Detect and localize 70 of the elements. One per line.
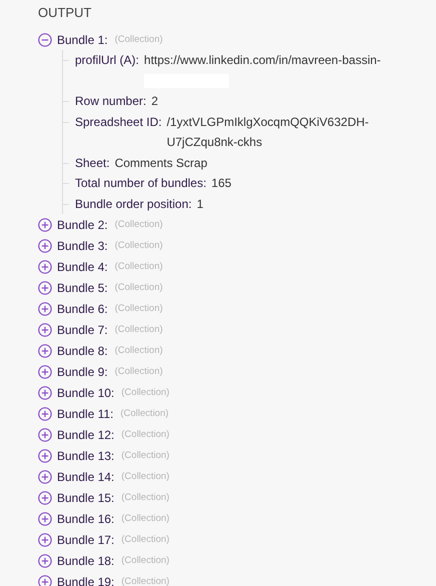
bundle-label: Bundle 1: bbox=[57, 32, 108, 46]
collection-type: (Collection) bbox=[114, 366, 163, 377]
field-value: https://www.linkedin.com/in/mavreen-bassin- bbox=[144, 53, 381, 67]
bundle-label: Bundle 7: bbox=[57, 322, 108, 336]
collection-type: (Collection) bbox=[114, 219, 163, 230]
bundle-label: Bundle 18: bbox=[57, 554, 114, 568]
bundle-label: Bundle 14: bbox=[57, 470, 114, 484]
bundle-label: Bundle 3: bbox=[57, 238, 108, 252]
bundle-label: Bundle 15: bbox=[57, 490, 114, 504]
collection-type: (Collection) bbox=[121, 534, 170, 545]
field-key: Bundle order position: bbox=[75, 194, 192, 214]
bundle-label: Bundle 19: bbox=[57, 574, 114, 586]
expand-icon[interactable] bbox=[38, 280, 52, 294]
field-value: 165 bbox=[211, 176, 232, 190]
field-key: Row number: bbox=[75, 91, 146, 112]
expand-icon[interactable] bbox=[38, 512, 52, 526]
field-value: 2 bbox=[151, 94, 158, 108]
bundle-label: Bundle 16: bbox=[57, 512, 114, 526]
collection-type: (Collection) bbox=[121, 429, 170, 440]
expand-icon[interactable] bbox=[38, 386, 52, 400]
collection-type: (Collection) bbox=[114, 261, 163, 272]
collapse-icon[interactable] bbox=[38, 32, 52, 46]
collection-type: (Collection) bbox=[121, 450, 170, 461]
expand-icon[interactable] bbox=[38, 406, 52, 420]
field-key: Total number of bundles: bbox=[75, 173, 206, 194]
field-key: profilUrl (A): bbox=[75, 50, 140, 70]
bundle-label: Bundle 2: bbox=[57, 218, 108, 232]
field-value: 1 bbox=[196, 196, 204, 210]
expand-icon[interactable] bbox=[38, 574, 52, 586]
collection-type: (Collection) bbox=[114, 34, 163, 45]
collection-type: (Collection) bbox=[114, 324, 163, 335]
output-heading: OUTPUT bbox=[38, 5, 92, 22]
expand-icon[interactable] bbox=[38, 470, 52, 484]
field-key: Spreadsheet ID: bbox=[75, 112, 162, 132]
collection-type: (Collection) bbox=[114, 282, 163, 293]
collection-type: (Collection) bbox=[121, 513, 170, 524]
collection-type: (Collection) bbox=[114, 345, 163, 356]
bundle-label: Bundle 5: bbox=[57, 280, 108, 294]
expand-icon[interactable] bbox=[38, 218, 52, 232]
collection-type: (Collection) bbox=[121, 387, 170, 398]
collection-type: (Collection) bbox=[121, 555, 170, 566]
expand-icon[interactable] bbox=[38, 428, 52, 442]
expand-icon[interactable] bbox=[38, 238, 52, 252]
bundle-label: Bundle 10: bbox=[57, 386, 114, 400]
bundle-label: Bundle 4: bbox=[57, 260, 108, 274]
bundle-label: Bundle 12: bbox=[57, 428, 114, 442]
collection-type: (Collection) bbox=[120, 408, 169, 419]
expand-icon[interactable] bbox=[38, 532, 52, 546]
collection-type: (Collection) bbox=[121, 576, 170, 586]
collection-type: (Collection) bbox=[121, 471, 170, 482]
expand-icon[interactable] bbox=[38, 260, 52, 274]
bundle-label: Bundle 9: bbox=[57, 364, 108, 378]
bundle-label: Bundle 13: bbox=[57, 448, 114, 462]
expand-icon[interactable] bbox=[38, 302, 52, 316]
expand-icon[interactable] bbox=[38, 490, 52, 504]
bundle-label: Bundle 8: bbox=[57, 344, 108, 358]
field-value: Comments Scrap bbox=[114, 156, 208, 170]
collection-type: (Collection) bbox=[114, 303, 163, 314]
expand-icon[interactable] bbox=[38, 448, 52, 462]
field-key: Sheet: bbox=[75, 152, 110, 173]
field-value: /1yxtVLGPmIklgXocqmQQKiV632DH-U7jCZqu8nk-ckhs bbox=[166, 114, 369, 149]
expand-icon[interactable] bbox=[38, 554, 52, 568]
expand-icon[interactable] bbox=[38, 344, 52, 358]
expand-icon[interactable] bbox=[38, 322, 52, 336]
expand-icon[interactable] bbox=[38, 364, 52, 378]
bundle-label: Bundle 11: bbox=[57, 406, 114, 420]
bundle-label: Bundle 6: bbox=[57, 302, 108, 316]
bundle-label: Bundle 17: bbox=[57, 532, 114, 546]
collection-type: (Collection) bbox=[114, 240, 163, 251]
collection-type: (Collection) bbox=[121, 492, 170, 503]
